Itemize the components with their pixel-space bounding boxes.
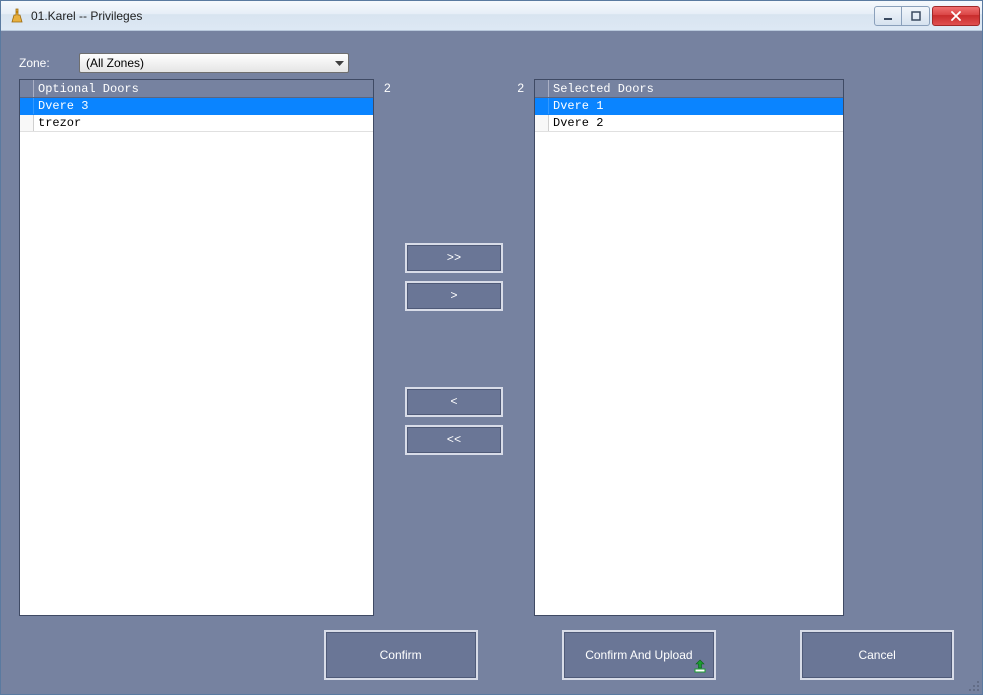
bottom-buttons: Confirm Confirm And Upload Cancel bbox=[1, 626, 982, 694]
selected-count-column: 2 bbox=[454, 79, 534, 616]
row-handle bbox=[20, 115, 34, 131]
optional-count-column: 2 bbox=[374, 79, 454, 616]
optional-doors-list[interactable]: Dvere 3 trezor bbox=[20, 98, 373, 615]
selected-count: 2 bbox=[517, 81, 524, 95]
column-handle[interactable] bbox=[20, 80, 34, 97]
confirm-button-label: Confirm bbox=[380, 648, 422, 662]
list-item-label: Dvere 2 bbox=[549, 116, 843, 130]
move-all-right-button[interactable]: >> bbox=[405, 243, 503, 273]
row-handle bbox=[20, 98, 34, 114]
chevron-down-icon bbox=[335, 56, 344, 70]
list-item[interactable]: Dvere 2 bbox=[535, 115, 843, 132]
upload-icon bbox=[692, 658, 708, 674]
zone-select[interactable]: (All Zones) bbox=[79, 53, 349, 73]
list-item[interactable]: trezor bbox=[20, 115, 373, 132]
list-item-label: Dvere 1 bbox=[549, 99, 843, 113]
list-item-label: trezor bbox=[34, 116, 373, 130]
resize-grip-icon[interactable] bbox=[966, 678, 980, 692]
optional-doors-header-text: Optional Doors bbox=[34, 82, 139, 96]
row-handle bbox=[535, 98, 549, 114]
list-item-label: Dvere 3 bbox=[34, 99, 373, 113]
row-handle bbox=[535, 115, 549, 131]
client-area: Zone: (All Zones) Optional Doors Dvere 3… bbox=[1, 31, 982, 694]
optional-count: 2 bbox=[384, 81, 391, 95]
confirm-button[interactable]: Confirm bbox=[324, 630, 478, 680]
minimize-button[interactable] bbox=[874, 6, 902, 26]
window-controls bbox=[872, 6, 980, 26]
cancel-button-label: Cancel bbox=[858, 648, 895, 662]
cancel-button[interactable]: Cancel bbox=[800, 630, 954, 680]
window-title: 01.Karel -- Privileges bbox=[31, 9, 872, 23]
zone-row: Zone: (All Zones) bbox=[1, 31, 982, 79]
lists-row: Optional Doors Dvere 3 trezor 2 >> > < << bbox=[1, 79, 982, 626]
selected-doors-header: Selected Doors bbox=[535, 80, 843, 98]
selected-doors-list[interactable]: Dvere 1 Dvere 2 bbox=[535, 98, 843, 615]
zone-label: Zone: bbox=[19, 56, 63, 70]
titlebar: 01.Karel -- Privileges bbox=[1, 1, 982, 31]
app-window: 01.Karel -- Privileges Zone: (All Zones) bbox=[0, 0, 983, 695]
confirm-upload-button-label: Confirm And Upload bbox=[585, 648, 692, 662]
close-button[interactable] bbox=[932, 6, 980, 26]
app-icon bbox=[9, 8, 25, 24]
zone-select-value: (All Zones) bbox=[86, 56, 144, 70]
optional-doors-header: Optional Doors bbox=[20, 80, 373, 98]
confirm-upload-button[interactable]: Confirm And Upload bbox=[562, 630, 716, 680]
column-handle[interactable] bbox=[535, 80, 549, 97]
list-item[interactable]: Dvere 1 bbox=[535, 98, 843, 115]
move-right-button[interactable]: > bbox=[405, 281, 503, 311]
list-item[interactable]: Dvere 3 bbox=[20, 98, 373, 115]
selected-doors-panel: Selected Doors Dvere 1 Dvere 2 bbox=[534, 79, 844, 616]
move-left-button[interactable]: < bbox=[405, 387, 503, 417]
selected-doors-header-text: Selected Doors bbox=[549, 82, 654, 96]
move-all-left-button[interactable]: << bbox=[405, 425, 503, 455]
optional-doors-panel: Optional Doors Dvere 3 trezor bbox=[19, 79, 374, 616]
maximize-button[interactable] bbox=[902, 6, 930, 26]
